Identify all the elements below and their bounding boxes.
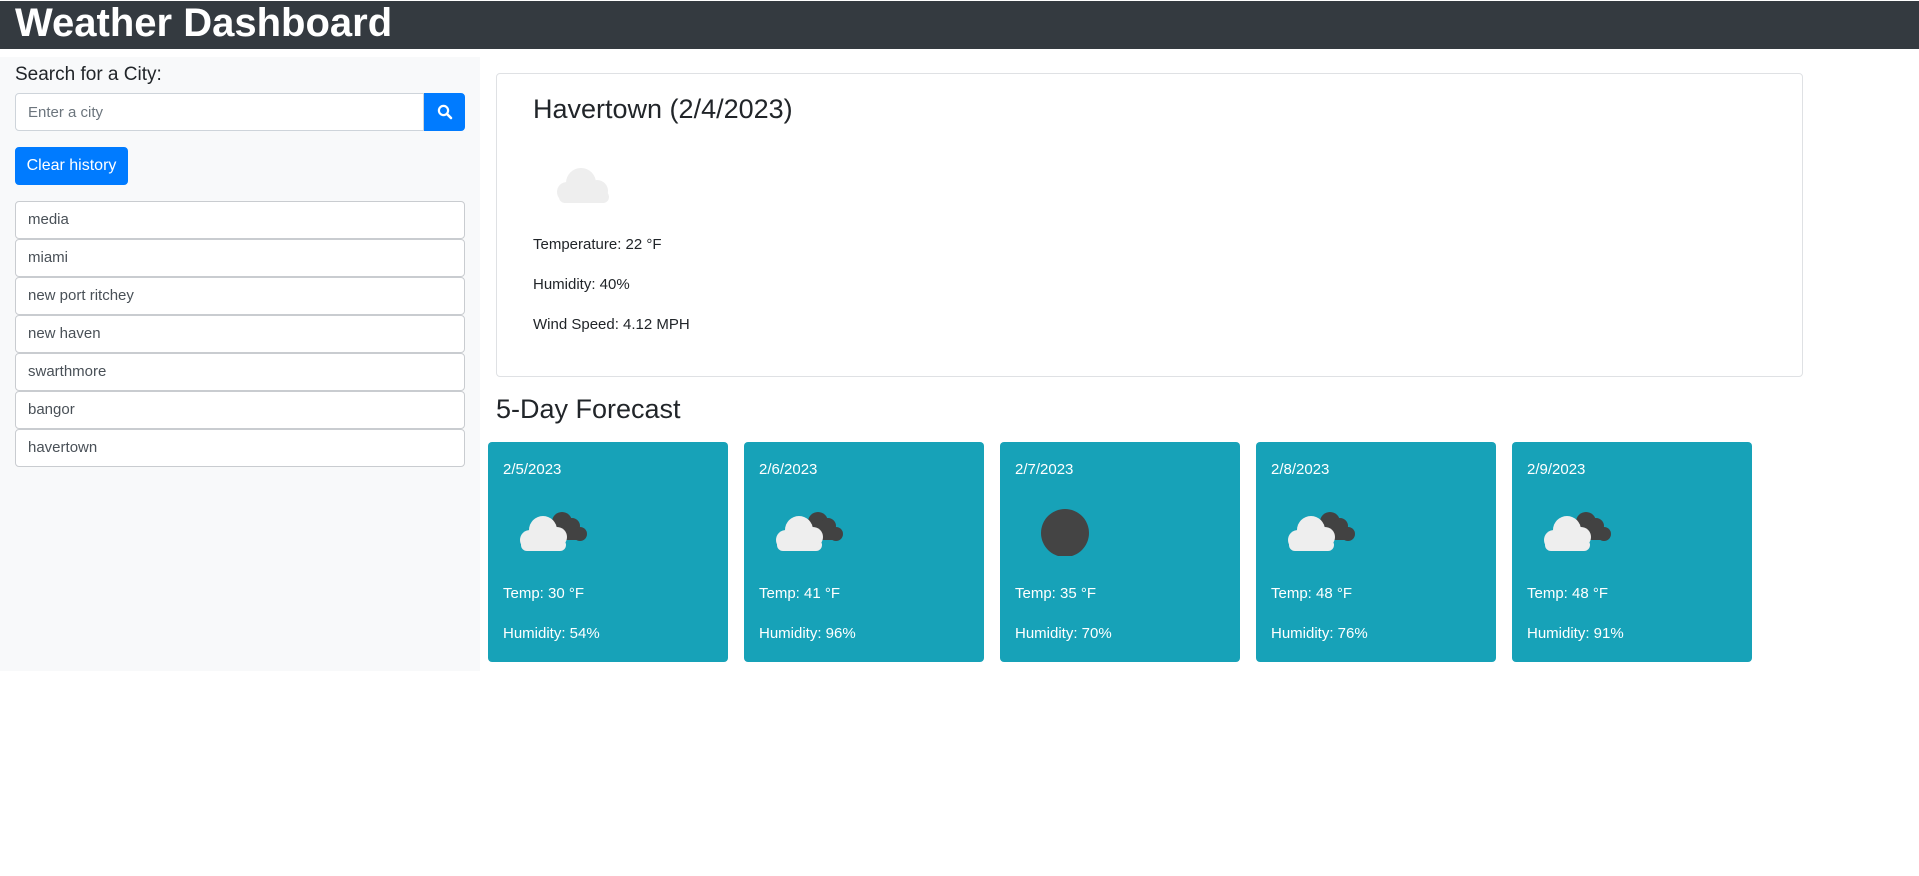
current-weather-card: Havertown (2/4/2023) Temperature: 22 °F …	[496, 73, 1803, 377]
city-search-input[interactable]	[15, 93, 424, 131]
history-item[interactable]: bangor	[15, 391, 465, 429]
current-city-title: Havertown (2/4/2023)	[533, 94, 793, 124]
history-item[interactable]: new port ritchey	[15, 277, 465, 315]
forecast-card: 2/7/2023 Temp: 35 °F Humidity: 70%	[1000, 442, 1240, 662]
sidebar: Search for a City: Clear history media m…	[0, 57, 480, 671]
search-icon	[437, 104, 452, 120]
forecast-temp: Temp: 41 °F	[759, 585, 841, 602]
history-item[interactable]: havertown	[15, 429, 465, 467]
search-label: Search for a City:	[15, 64, 162, 85]
forecast-date: 2/9/2023	[1527, 461, 1586, 478]
forecast-date: 2/7/2023	[1015, 461, 1074, 478]
current-humidity: Humidity: 40%	[533, 276, 630, 293]
broken-clouds-icon	[1288, 512, 1355, 551]
broken-clouds-icon	[520, 512, 587, 551]
forecast-temp: Temp: 48 °F	[1271, 585, 1353, 602]
forecast-temp: Temp: 35 °F	[1015, 585, 1097, 602]
cloud-icon	[557, 168, 609, 203]
forecast-date: 2/8/2023	[1271, 461, 1330, 478]
broken-clouds-icon	[776, 512, 843, 551]
app-header: Weather Dashboard	[0, 1, 1919, 49]
forecast-date: 2/6/2023	[759, 461, 818, 478]
forecast-heading: 5-Day Forecast	[496, 394, 681, 424]
history-item[interactable]: new haven	[15, 315, 465, 353]
search-button[interactable]	[424, 93, 465, 131]
forecast-humidity: Humidity: 96%	[759, 625, 856, 642]
forecast-humidity: Humidity: 70%	[1015, 625, 1112, 642]
broken-clouds-icon	[1544, 512, 1611, 551]
history-item[interactable]: media	[15, 201, 465, 239]
forecast-date: 2/5/2023	[503, 461, 562, 478]
history-item[interactable]: miami	[15, 239, 465, 277]
forecast-humidity: Humidity: 54%	[503, 625, 600, 642]
app-title: Weather Dashboard	[15, 1, 393, 45]
overcast-icon	[1041, 509, 1089, 556]
forecast-temp: Temp: 30 °F	[503, 585, 585, 602]
search-history-list: media miami new port ritchey new haven s…	[15, 201, 465, 467]
forecast-card: 2/8/2023 Temp: 48 °F Humidity: 76%	[1256, 442, 1496, 662]
forecast-card: 2/9/2023 Temp: 48 °F Humidity: 91%	[1512, 442, 1752, 662]
forecast-card: 2/5/2023 Temp: 30 °F Humidity: 54%	[488, 442, 728, 662]
search-group	[15, 93, 465, 131]
history-item[interactable]: swarthmore	[15, 353, 465, 391]
clear-history-button[interactable]: Clear history	[15, 147, 128, 185]
forecast-temp: Temp: 48 °F	[1527, 585, 1609, 602]
forecast-card: 2/6/2023 Temp: 41 °F Humidity: 96%	[744, 442, 984, 662]
current-temperature: Temperature: 22 °F	[533, 236, 662, 253]
current-wind-speed: Wind Speed: 4.12 MPH	[533, 316, 690, 333]
forecast-humidity: Humidity: 76%	[1271, 625, 1368, 642]
forecast-humidity: Humidity: 91%	[1527, 625, 1624, 642]
